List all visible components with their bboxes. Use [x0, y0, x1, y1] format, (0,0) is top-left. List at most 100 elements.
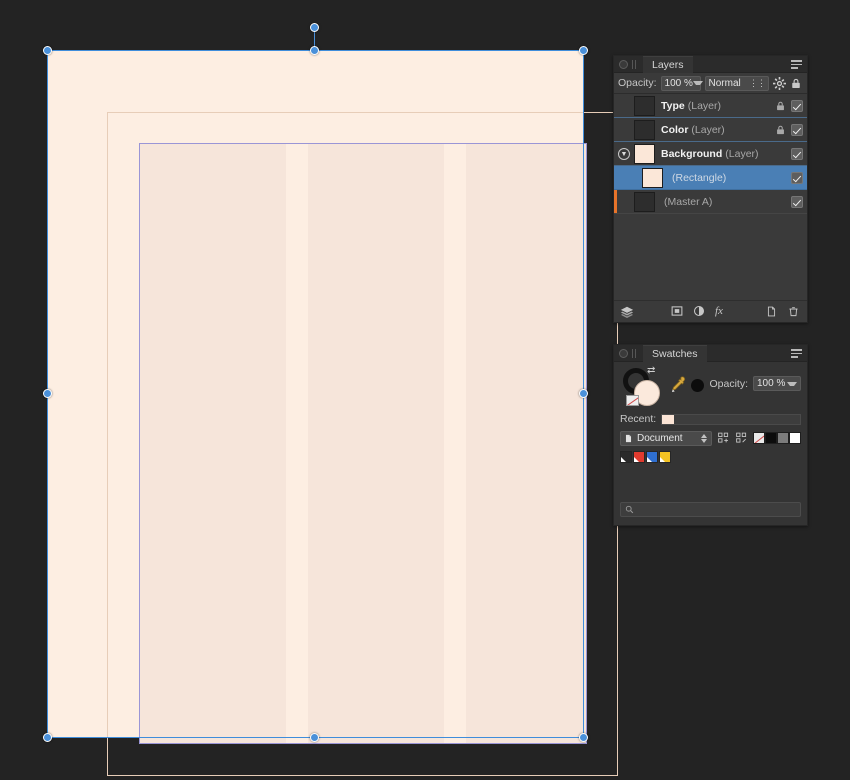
- handle-middle-left[interactable]: [43, 389, 52, 398]
- rotation-handle[interactable]: [310, 23, 319, 32]
- row-expander[interactable]: ▼: [614, 147, 634, 160]
- handle-top-center[interactable]: [310, 46, 319, 55]
- quick-chips[interactable]: [753, 432, 801, 444]
- swatches-color-selector[interactable]: ⇄ Opacity: 100 %: [614, 362, 807, 410]
- swatches-panel[interactable]: Swatches ⇄ Opacity: 100 % Recent: Docume…: [613, 344, 808, 526]
- lock-icon[interactable]: [775, 100, 786, 112]
- layer-kind: (Layer): [687, 99, 721, 112]
- gray-chip[interactable]: [777, 432, 789, 444]
- layer-thumbnail[interactable]: [642, 167, 663, 188]
- handle-middle-right[interactable]: [579, 389, 588, 398]
- chevron-down-icon[interactable]: [692, 81, 703, 85]
- layer-list[interactable]: Type (Layer) Color (Layer) ▼ Background …: [614, 94, 807, 300]
- layer-thumbnail[interactable]: [634, 95, 655, 116]
- swatch-red[interactable]: [633, 451, 645, 463]
- recent-label: Recent:: [620, 413, 657, 425]
- black-swatch[interactable]: [691, 379, 704, 392]
- table-row[interactable]: Color (Layer): [614, 118, 807, 142]
- chevron-down-icon[interactable]: ▼: [618, 147, 630, 160]
- palette-select[interactable]: Document: [620, 430, 712, 446]
- swatch-black[interactable]: [620, 451, 632, 463]
- layer-kind: (Layer): [725, 147, 759, 160]
- stack-layers-icon[interactable]: [620, 305, 634, 318]
- eyedropper-icon[interactable]: [669, 375, 687, 393]
- handle-top-left[interactable]: [43, 46, 52, 55]
- lock-icon[interactable]: [775, 124, 786, 136]
- panel-menu-icon[interactable]: [791, 60, 802, 69]
- layer-kind: (Master A): [664, 195, 713, 208]
- visibility-checkbox[interactable]: [791, 147, 803, 160]
- swatch-yellow[interactable]: [659, 451, 671, 463]
- none-chip[interactable]: [753, 432, 765, 444]
- swatches-opacity-control[interactable]: Opacity: 100 %: [709, 376, 801, 391]
- recent-colors-row[interactable]: Recent:: [614, 410, 807, 428]
- layers-opacity-row[interactable]: Opacity: 100 % Normal ⋮⋮: [614, 73, 807, 94]
- layer-thumbnail[interactable]: [634, 191, 655, 212]
- adjustment-icon[interactable]: [693, 305, 706, 318]
- handle-bottom-right[interactable]: [579, 733, 588, 742]
- palette-controls-row[interactable]: Document: [614, 428, 807, 448]
- table-row[interactable]: ▼ Background (Layer): [614, 142, 807, 166]
- mask-icon[interactable]: [671, 305, 684, 318]
- edit-swatch-icon[interactable]: [735, 432, 748, 444]
- rectangle-object[interactable]: [139, 143, 587, 744]
- blend-mode-select[interactable]: Normal ⋮⋮: [704, 75, 769, 91]
- panel-menu-icon[interactable]: [791, 349, 802, 358]
- layers-panel-footer[interactable]: fx: [614, 300, 807, 322]
- layer-thumbnail[interactable]: [634, 119, 655, 140]
- swatch-search-bar[interactable]: [620, 502, 801, 517]
- recent-swatch[interactable]: [662, 414, 675, 424]
- palette-swatch-grid[interactable]: [614, 448, 807, 463]
- handle-bottom-left[interactable]: [43, 733, 52, 742]
- panel-dock-icon[interactable]: [619, 59, 628, 69]
- trash-icon[interactable]: [788, 305, 801, 318]
- page-spread[interactable]: [47, 50, 618, 776]
- tab-layers[interactable]: Layers: [643, 55, 693, 73]
- search-icon: [625, 505, 634, 514]
- panel-grip-icon[interactable]: [632, 59, 638, 69]
- no-color-icon[interactable]: [626, 395, 639, 406]
- swap-fill-stroke-icon[interactable]: ⇄: [647, 366, 659, 376]
- stepper-icon[interactable]: [701, 433, 708, 444]
- table-row[interactable]: Type (Layer): [614, 94, 807, 118]
- panel-grip-icon[interactable]: [632, 348, 638, 358]
- blend-options-icon[interactable]: ⋮⋮: [749, 78, 766, 89]
- white-chip[interactable]: [789, 432, 801, 444]
- visibility-checkbox[interactable]: [791, 123, 803, 136]
- opacity-input[interactable]: 100 %: [660, 75, 703, 91]
- lock-icon[interactable]: [790, 77, 803, 90]
- table-row[interactable]: (Master A): [614, 190, 807, 214]
- palette-name: Document: [637, 432, 683, 444]
- visibility-checkbox[interactable]: [791, 171, 803, 184]
- new-layer-icon[interactable]: [766, 305, 779, 318]
- layer-name: Color: [661, 123, 689, 136]
- gear-icon[interactable]: [773, 76, 786, 90]
- layer-thumbnail[interactable]: [634, 143, 655, 164]
- black-chip[interactable]: [765, 432, 777, 444]
- visibility-checkbox[interactable]: [791, 99, 803, 112]
- panel-dock-icon[interactable]: [619, 348, 628, 358]
- master-page-indicator: [614, 190, 617, 213]
- recent-swatch-strip[interactable]: [661, 413, 801, 425]
- layer-kind: (Layer): [691, 123, 725, 136]
- layer-name: Background: [661, 147, 723, 160]
- handle-bottom-center[interactable]: [310, 733, 319, 742]
- table-row[interactable]: (Rectangle): [614, 166, 807, 190]
- document-canvas[interactable]: [0, 0, 618, 780]
- visibility-checkbox[interactable]: [791, 195, 803, 208]
- swatch-blue[interactable]: [646, 451, 658, 463]
- handle-top-right[interactable]: [579, 46, 588, 55]
- blend-mode-value: Normal: [708, 77, 741, 89]
- fx-icon[interactable]: fx: [715, 305, 728, 318]
- layer-name: Type: [661, 99, 685, 112]
- swatches-panel-tabbar[interactable]: Swatches: [614, 344, 807, 362]
- search-input[interactable]: [638, 503, 796, 516]
- opacity-value: 100 %: [757, 378, 786, 389]
- layers-panel[interactable]: Layers Opacity: 100 % Normal ⋮⋮ Type (La…: [613, 55, 808, 323]
- add-swatch-icon[interactable]: [717, 432, 730, 444]
- layers-panel-tabbar[interactable]: Layers: [614, 55, 807, 73]
- tab-swatches[interactable]: Swatches: [643, 344, 707, 362]
- opacity-input[interactable]: 100 %: [753, 376, 801, 391]
- layer-kind: (Rectangle): [672, 171, 727, 184]
- chevron-down-icon[interactable]: [787, 381, 797, 386]
